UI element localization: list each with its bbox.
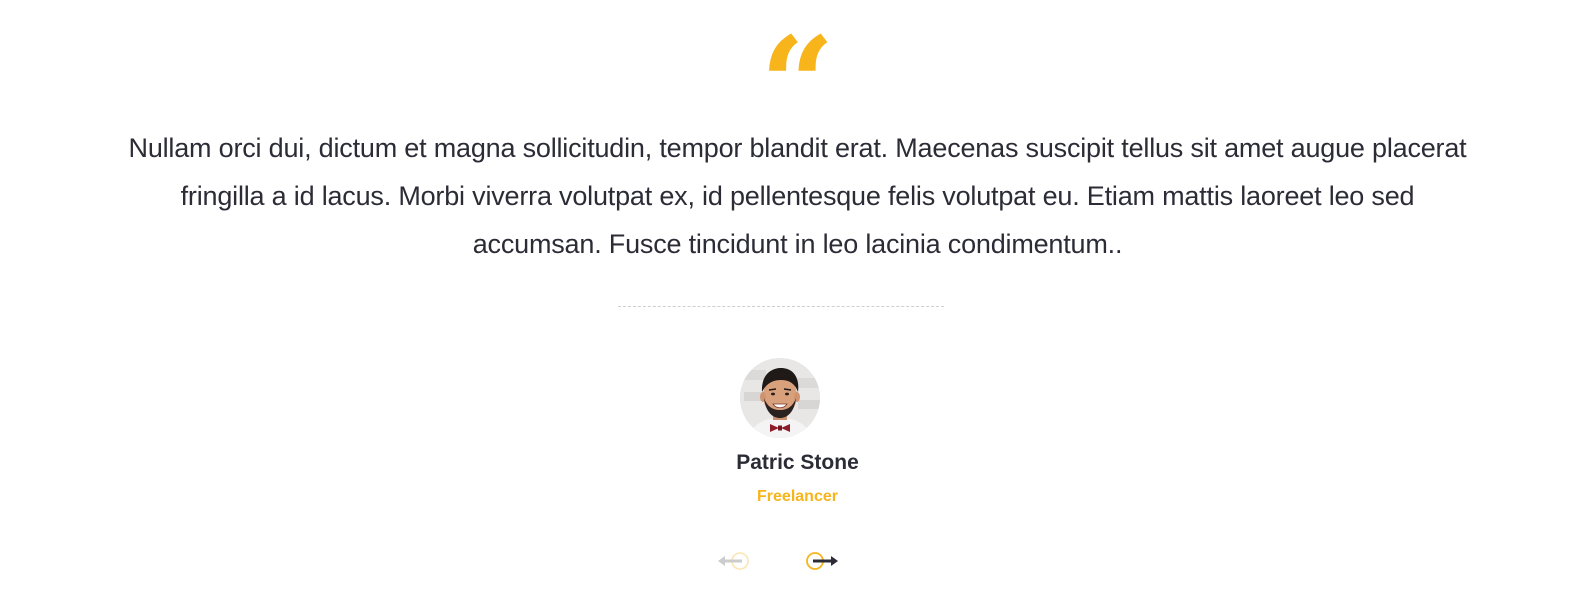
quote-open-icon: “ [760, 20, 835, 100]
divider [618, 306, 944, 307]
next-button[interactable] [800, 548, 840, 574]
author-name: Patric Stone [736, 451, 859, 474]
avatar-photo [740, 358, 820, 438]
avatar [740, 358, 820, 438]
arrow-left-icon [718, 552, 749, 570]
testimonial-section: “ Nullam orci dui, dictum et magna solli… [0, 0, 1595, 597]
testimonial-text: Nullam orci dui, dictum et magna sollici… [128, 133, 1467, 259]
arrow-right-icon [806, 552, 838, 570]
author-role: Freelancer [757, 488, 838, 505]
prev-button[interactable] [716, 548, 756, 574]
